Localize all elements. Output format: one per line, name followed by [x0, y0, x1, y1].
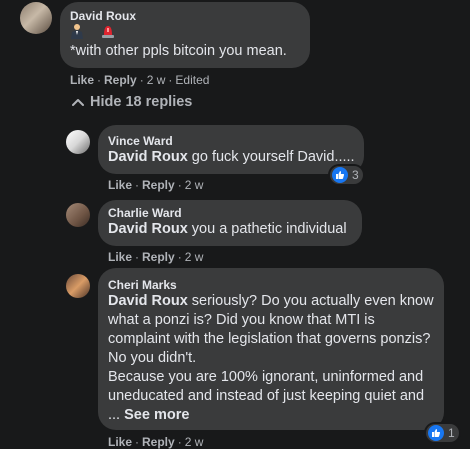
reaction-count: 3 — [352, 168, 359, 182]
like-link[interactable]: Like — [108, 178, 132, 192]
reply-author[interactable]: Cheri Marks — [108, 278, 177, 292]
reply-text-line: complaint with the legislation that gove… — [108, 331, 431, 347]
reply-body: seriously? Do you actually even know — [187, 293, 434, 309]
hide-replies-toggle[interactable]: Hide 18 replies — [72, 94, 192, 110]
reply-link[interactable]: Reply — [142, 178, 175, 192]
reply-text: David Roux you a pathetic individual — [108, 220, 347, 239]
mention-link[interactable]: David Roux — [108, 293, 188, 309]
timestamp[interactable]: 2 w — [185, 435, 204, 449]
reply-actions: Like · Reply · 2 w — [108, 178, 204, 192]
reply-link[interactable]: Reply — [142, 435, 175, 449]
hide-replies-label: Hide 18 replies — [90, 94, 193, 110]
emoji-row — [70, 22, 118, 40]
avatar-cheri-marks[interactable] — [66, 274, 90, 298]
reply-text-line: Because you are 100% ignorant, uninforme… — [108, 369, 424, 385]
reply-author[interactable]: Charlie Ward — [108, 206, 182, 220]
reply-link[interactable]: Reply — [104, 73, 137, 87]
comment-actions: Like · Reply · 2 w · Edited — [70, 73, 210, 87]
reaction-badge[interactable]: 1 — [426, 424, 459, 442]
reply-body: you a pathetic individual — [187, 221, 347, 237]
comment-author[interactable]: David Roux — [70, 9, 136, 23]
reply-text-line: what a ponzi is? Did you know that MTI i… — [108, 312, 375, 328]
reply-text-line: David Roux seriously? Do you actually ev… — [108, 292, 434, 311]
reply-text-line: No you didn't. — [108, 350, 197, 366]
timestamp[interactable]: 2 w — [185, 250, 204, 264]
avatar-charlie-ward[interactable] — [66, 203, 90, 227]
reply-actions: Like · Reply · 2 w — [108, 250, 204, 264]
police-siren-icon — [102, 25, 115, 38]
like-link[interactable]: Like — [108, 250, 132, 264]
reply-text-line: ... See more — [108, 406, 189, 425]
like-link[interactable]: Like — [108, 435, 132, 449]
chevron-up-icon — [72, 99, 84, 107]
timestamp[interactable]: 2 w — [147, 73, 166, 87]
reply-author[interactable]: Vince Ward — [108, 134, 173, 148]
reaction-badge[interactable]: 3 — [330, 166, 363, 184]
timestamp[interactable]: 2 w — [185, 178, 204, 192]
mention-link[interactable]: David Roux — [108, 149, 188, 165]
avatar-david-roux[interactable] — [20, 2, 52, 34]
like-reaction-icon — [332, 167, 348, 183]
reply-body: go fuck yourself David..... — [187, 149, 355, 165]
like-link[interactable]: Like — [70, 73, 94, 87]
see-more-link[interactable]: See more — [124, 407, 189, 423]
person-in-suit-icon — [71, 23, 83, 39]
comment-text: *with other ppls bitcoin you mean. — [70, 43, 287, 59]
like-reaction-icon — [428, 425, 444, 441]
avatar-vince-ward[interactable] — [66, 130, 90, 154]
reply-link[interactable]: Reply — [142, 250, 175, 264]
ellipsis: ... — [108, 407, 125, 423]
reply-text: David Roux go fuck yourself David..... — [108, 148, 355, 167]
mention-link[interactable]: David Roux — [108, 221, 188, 237]
reaction-count: 1 — [448, 426, 455, 440]
reply-actions: Like · Reply · 2 w — [108, 435, 204, 449]
reply-text-line: uneducated and instead of just keeping q… — [108, 388, 425, 404]
edited-label: Edited — [175, 73, 210, 87]
